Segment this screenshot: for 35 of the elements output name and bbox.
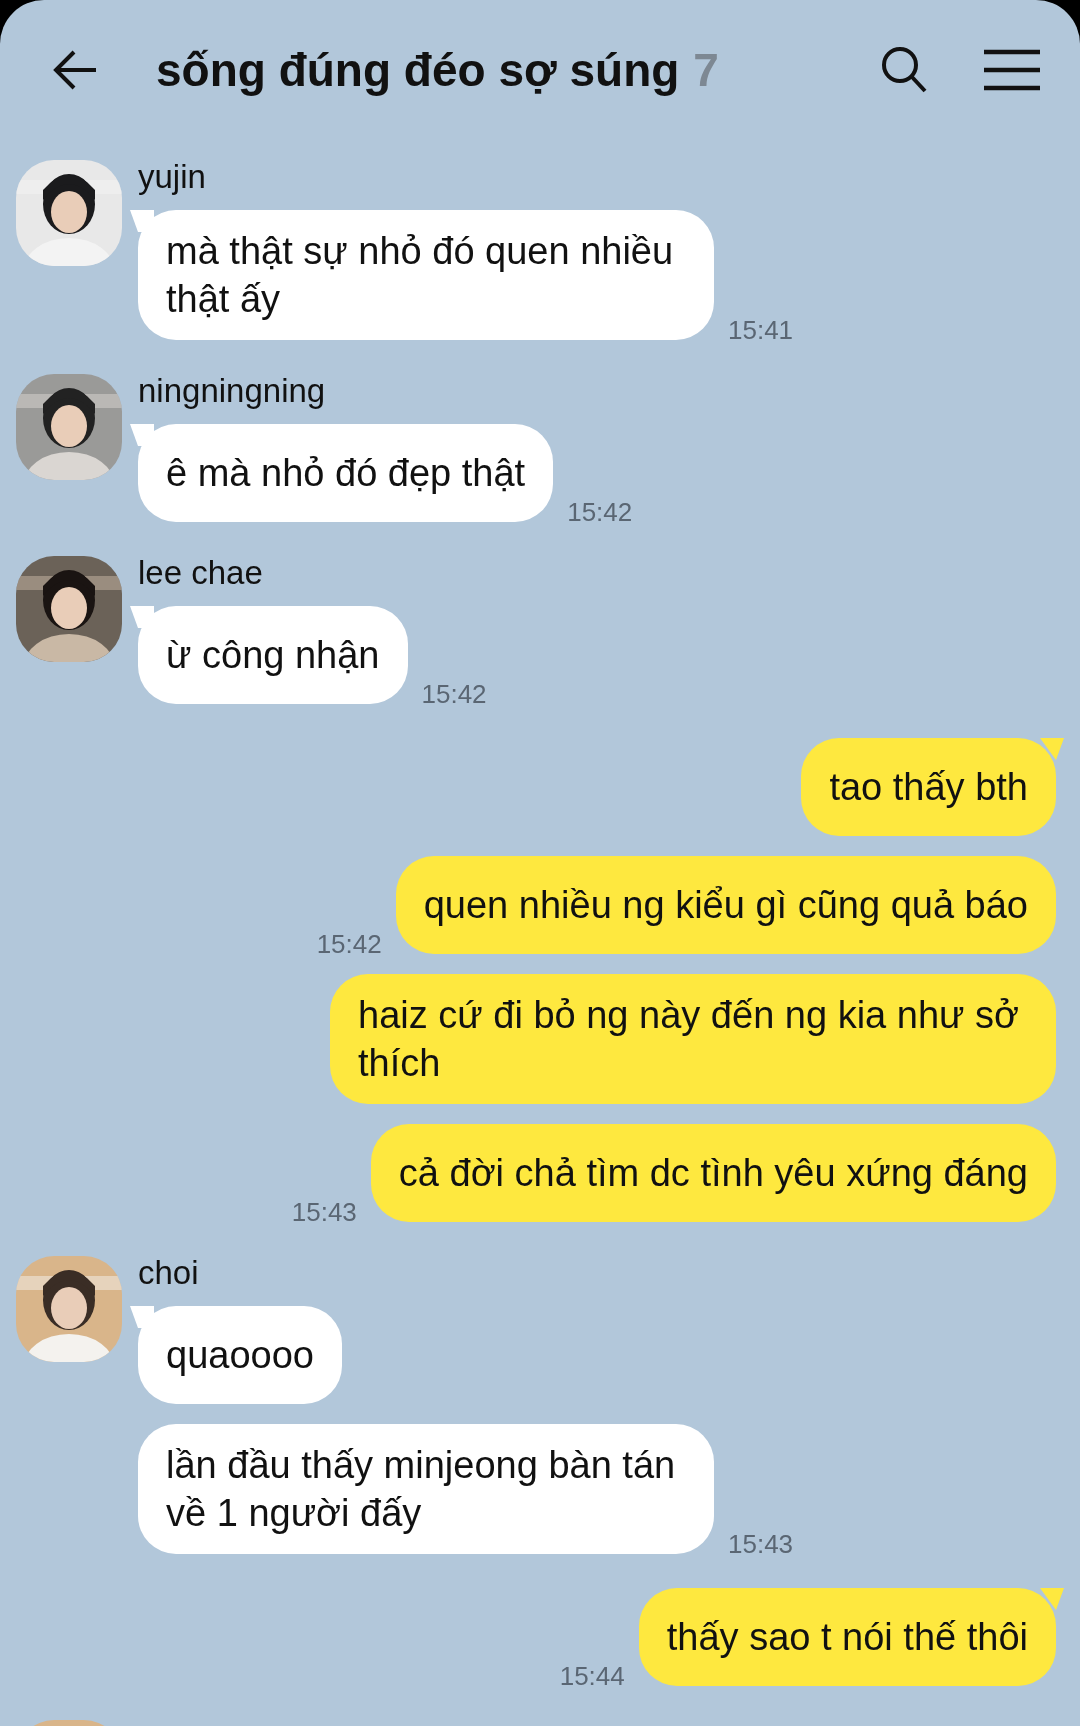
message-bubble: tao thấy bth <box>801 738 1056 836</box>
message-time: 15:43 <box>728 1529 794 1560</box>
message-bubble: quaoooo <box>138 1306 342 1404</box>
message-bubble: ê mà nhỏ đó đẹp thật <box>138 424 554 522</box>
sender-name: lee chae <box>138 554 264 592</box>
bubble-tail <box>1040 738 1064 760</box>
menu-button[interactable] <box>984 49 1040 91</box>
message-bubble: cả đời chả tìm dc tình yêu xứng đáng <box>370 1124 1056 1222</box>
bubble-tail <box>1040 1588 1064 1610</box>
bubble-tail <box>130 210 154 232</box>
message-bubble: ừ công nhận <box>138 606 408 704</box>
message-time: 15:41 <box>728 315 794 346</box>
member-count: 7 <box>693 43 719 97</box>
back-arrow-icon <box>52 50 98 90</box>
message-bubble: haiz cứ đi bỏ ng này đến ng kia như sở thích <box>330 974 1056 1104</box>
bubble-tail <box>130 606 154 628</box>
message-bubble: thấy sao t nói thế thôi <box>638 1588 1056 1686</box>
message-bubble: mà thật sự nhỏ đó quen nhiều thật ấy <box>138 210 714 340</box>
message-time: 15:42 <box>567 497 633 528</box>
message-bubble: quen nhiều ng kiểu gì cũng quả báo <box>395 856 1056 954</box>
message-time: 15:44 <box>559 1661 625 1692</box>
chat-title: sống đúng đéo sợ súng <box>156 43 680 97</box>
bubble-tail <box>130 1306 154 1328</box>
bubble-tail <box>130 424 154 446</box>
sender-name: choi <box>138 1254 200 1292</box>
sender-name: yujin <box>138 158 207 196</box>
menu-icon <box>984 49 1040 91</box>
search-button[interactable] <box>880 45 928 95</box>
message-time: 15:42 <box>421 679 487 710</box>
message-time: 15:43 <box>291 1197 357 1228</box>
search-icon <box>880 45 928 95</box>
sender-name: ningningning <box>138 372 327 410</box>
message-time: 15:42 <box>316 929 382 960</box>
message-bubble: lần đầu thấy minjeong bàn tán về 1 người đấy <box>138 1424 714 1554</box>
back-button[interactable] <box>52 50 98 90</box>
